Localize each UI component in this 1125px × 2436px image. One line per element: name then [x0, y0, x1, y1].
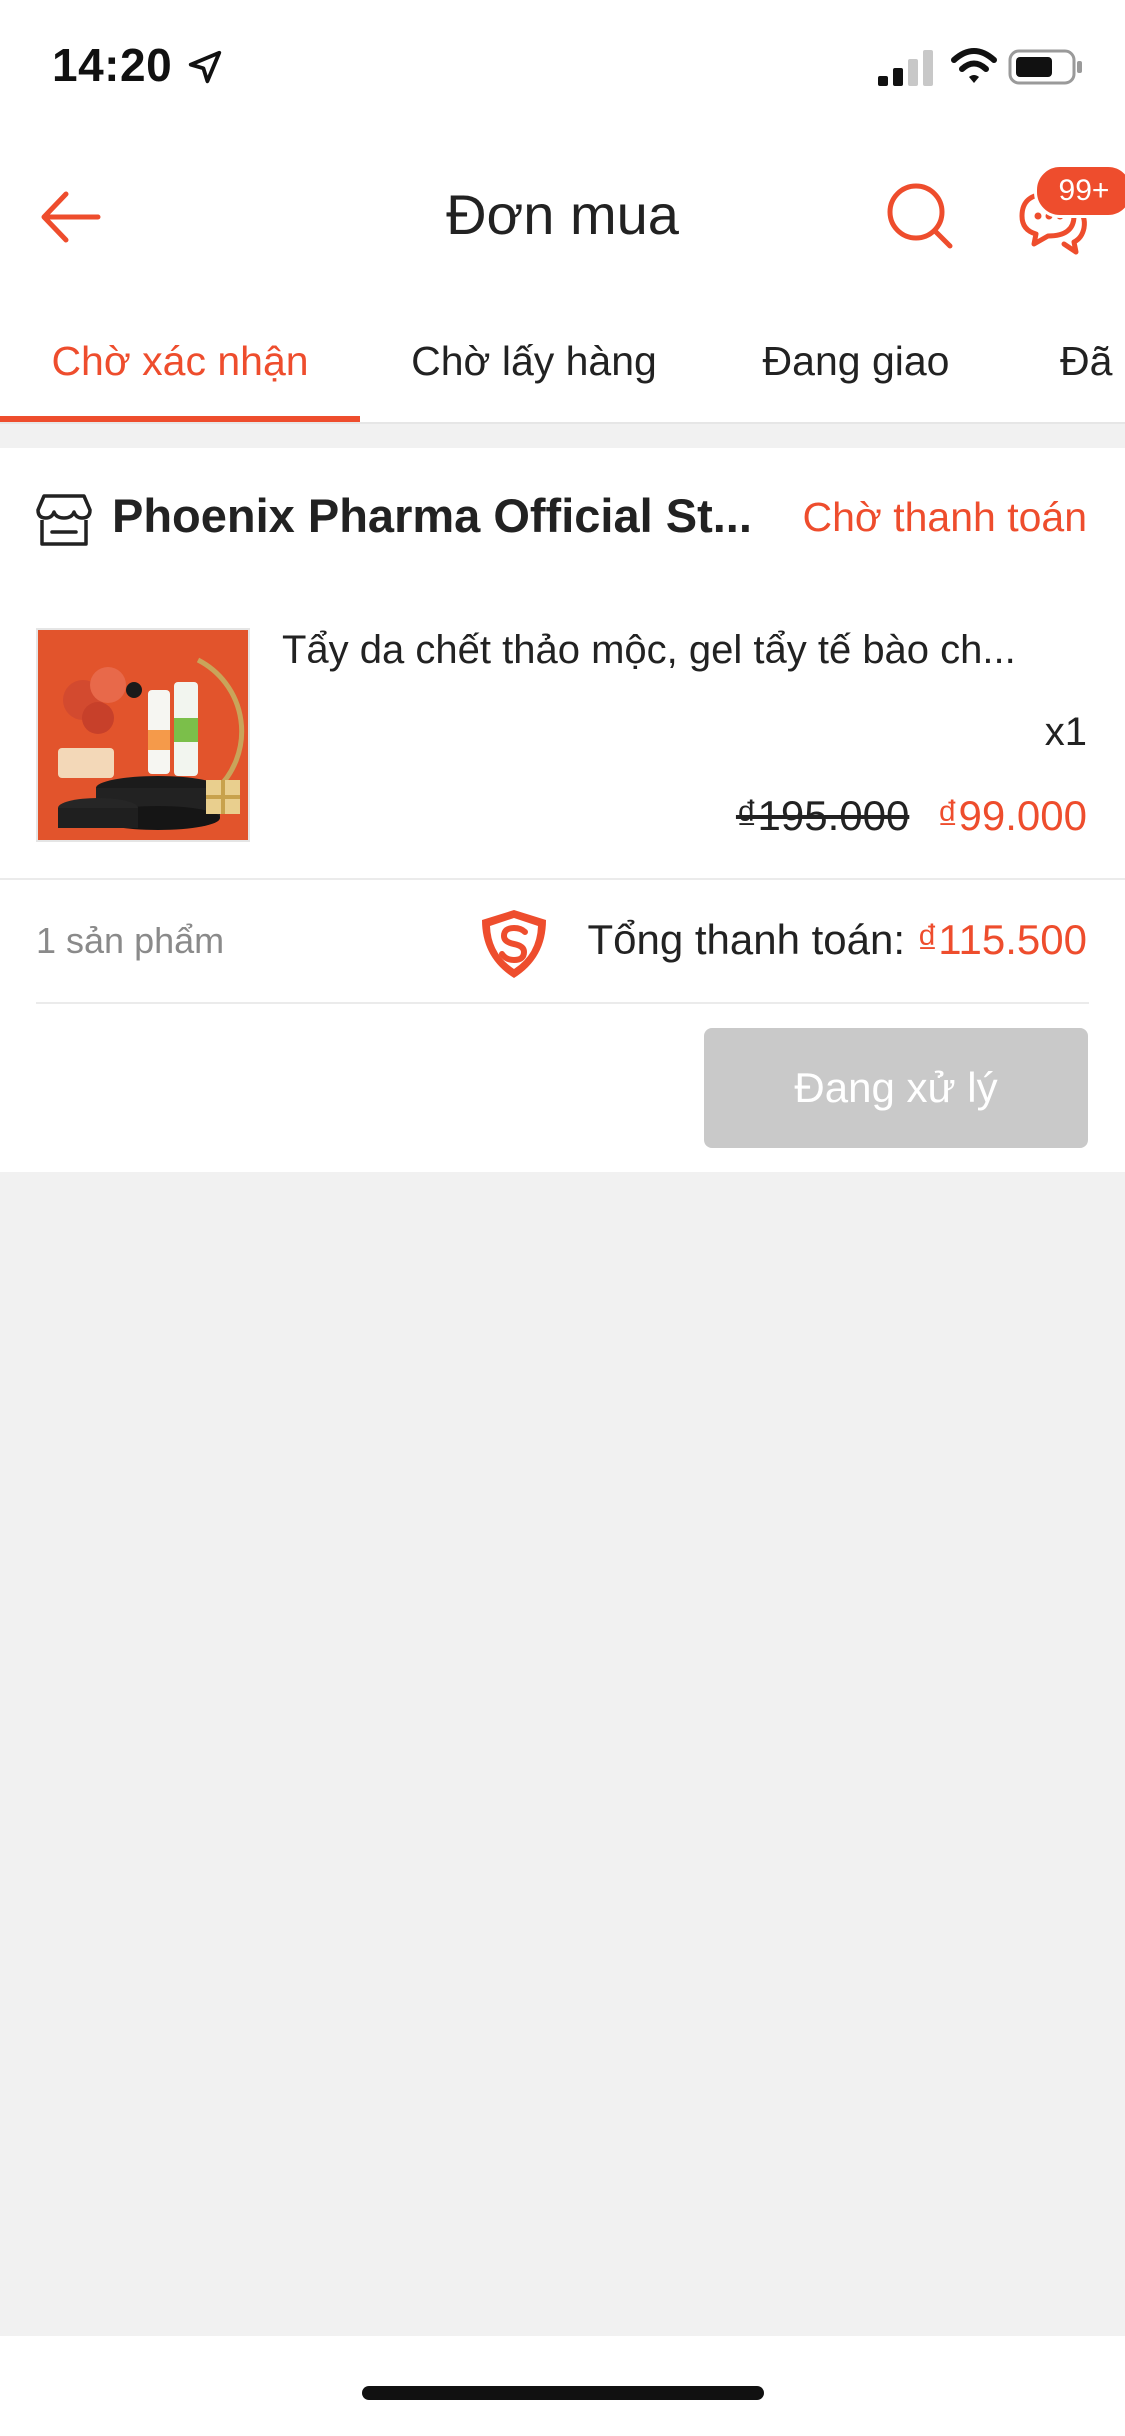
signal-icon — [878, 50, 933, 86]
total-value: ₫115.500 — [916, 916, 1087, 963]
active-tab-indicator — [0, 416, 360, 422]
shield-icon — [482, 910, 546, 978]
battery-icon — [1008, 49, 1082, 85]
order-tabs: Chờ xác nhận Chờ lấy hàng Đang giao Đã — [0, 290, 1125, 424]
original-price: ₫195.000 — [735, 792, 910, 839]
item-count: 1 sản phẩm — [36, 920, 225, 961]
tab-cho-xac-nhan[interactable]: Chờ xác nhận — [0, 290, 360, 422]
product-image — [38, 630, 248, 840]
shop-icon — [36, 494, 92, 546]
processing-button[interactable]: Đang xử lý — [704, 1028, 1088, 1148]
header: Đơn mua 99+ — [0, 140, 1125, 290]
order-card[interactable]: Phoenix Pharma Official St... Chờ thanh … — [0, 448, 1125, 1172]
divider — [36, 1002, 1089, 1004]
tab-da[interactable]: Đã — [1060, 290, 1125, 422]
tab-dang-giao[interactable]: Đang giao — [728, 290, 984, 422]
total-row: Tổng thanh toán: ₫115.500 — [587, 916, 1087, 964]
product-thumbnail[interactable] — [36, 628, 250, 842]
search-icon[interactable] — [884, 180, 956, 252]
chat-badge: 99+ — [1034, 164, 1125, 218]
page-title: Đơn mua — [446, 183, 679, 246]
status-time: 14:20 — [52, 39, 173, 91]
tab-cho-lay-hang[interactable]: Chờ lấy hàng — [374, 290, 694, 422]
bottom-safe-area — [0, 2336, 1125, 2436]
total-label: Tổng thanh toán: — [587, 916, 906, 963]
status-bar: 14:20 — [0, 0, 1125, 140]
location-arrow-icon — [188, 50, 222, 84]
product-quantity: x1 — [1044, 710, 1087, 754]
shop-name[interactable]: Phoenix Pharma Official St... — [112, 488, 752, 543]
home-indicator[interactable] — [362, 2386, 764, 2400]
divider — [0, 878, 1125, 880]
product-name[interactable]: Tẩy da chết thảo mộc, gel tẩy tế bào ch.… — [282, 628, 1082, 673]
order-status: Chờ thanh toán — [802, 494, 1087, 540]
wifi-icon — [951, 48, 997, 83]
sale-price: ₫99.000 — [936, 792, 1087, 839]
price-row: ₫195.000 ₫99.000 — [736, 792, 1087, 840]
